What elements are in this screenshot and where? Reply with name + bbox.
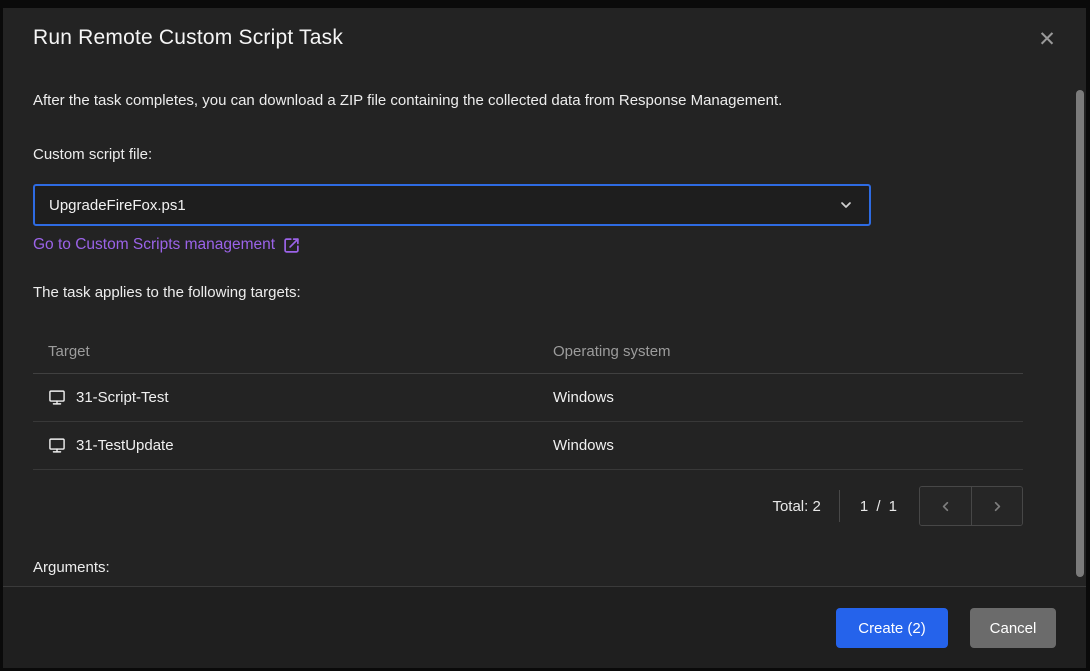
targets-table-header: Target Operating system xyxy=(33,330,1023,374)
targets-intro-label: The task applies to the following target… xyxy=(33,284,301,301)
external-link-icon xyxy=(283,237,300,254)
custom-scripts-management-link[interactable]: Go to Custom Scripts management xyxy=(33,236,300,254)
target-name: 31-TestUpdate xyxy=(76,437,174,454)
targets-table: Target Operating system 31-Script-Test W… xyxy=(33,330,1023,470)
vertical-scrollbar[interactable] xyxy=(1076,90,1084,577)
custom-script-file-select[interactable]: UpgradeFireFox.ps1 xyxy=(33,184,871,226)
selected-script-value: UpgradeFireFox.ps1 xyxy=(35,197,186,214)
pagination-next-button[interactable] xyxy=(971,487,1022,525)
create-button[interactable]: Create (2) xyxy=(836,608,948,648)
custom-script-file-label: Custom script file: xyxy=(33,146,152,163)
chevron-down-icon xyxy=(838,197,854,213)
chevron-right-icon xyxy=(990,499,1005,514)
dialog-description: After the task completes, you can downlo… xyxy=(33,92,782,109)
target-os: Windows xyxy=(553,389,1023,406)
table-row[interactable]: 31-TestUpdate Windows xyxy=(33,422,1023,470)
arguments-label: Arguments: xyxy=(33,559,110,576)
target-name: 31-Script-Test xyxy=(76,389,169,406)
column-header-target: Target xyxy=(33,343,553,360)
chevron-left-icon xyxy=(938,499,953,514)
pagination-page-indicator: 1 / 1 xyxy=(860,498,899,515)
table-row[interactable]: 31-Script-Test Windows xyxy=(33,374,1023,422)
close-icon[interactable]: ✕ xyxy=(1032,24,1062,54)
dialog-title: Run Remote Custom Script Task xyxy=(33,26,343,50)
pagination: Total: 2 1 / 1 xyxy=(772,486,1023,526)
dialog-footer: Create (2) Cancel xyxy=(3,587,1086,668)
cancel-button[interactable]: Cancel xyxy=(970,608,1056,648)
pagination-total: Total: 2 xyxy=(772,498,820,515)
column-header-os: Operating system xyxy=(553,343,1023,360)
target-os: Windows xyxy=(553,437,1023,454)
pagination-divider xyxy=(839,490,840,522)
custom-scripts-management-link-label: Go to Custom Scripts management xyxy=(33,236,275,254)
monitor-icon xyxy=(48,389,66,406)
pagination-prev-button[interactable] xyxy=(920,487,971,525)
run-remote-custom-script-dialog: Run Remote Custom Script Task ✕ After th… xyxy=(3,8,1086,668)
monitor-icon xyxy=(48,437,66,454)
